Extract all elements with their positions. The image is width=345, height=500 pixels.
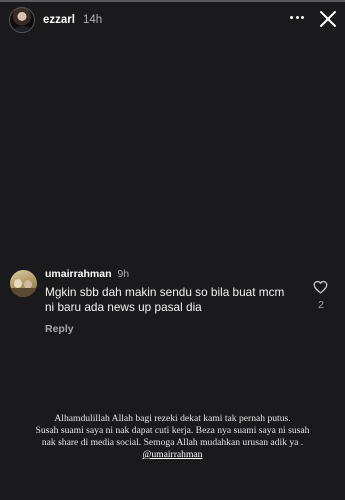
commenter-avatar[interactable]: [10, 270, 37, 297]
story-author-username[interactable]: ezzarl: [43, 14, 75, 26]
more-dots-icon: [295, 15, 299, 19]
caption-line: Susah suami saya ni nak dapat cuti kerja…: [35, 425, 310, 436]
more-dots-icon: [301, 15, 304, 19]
story-author-avatar[interactable]: [9, 7, 35, 33]
avatar-figure: [13, 26, 33, 32]
story-viewer: ezzarl 14h umairrahman 9h Mgkin sbb dah …: [0, 0, 345, 500]
comment-like-area: 2: [313, 280, 329, 311]
caption-line: nak share di media social. Semoga Allah …: [41, 437, 304, 448]
comment-timestamp: 9h: [117, 268, 130, 280]
caption-line: Alhamdulillah Allah bagi rezeki dekat ka…: [54, 413, 291, 424]
more-options-button[interactable]: [290, 12, 304, 22]
avatar-photo-detail: [14, 279, 22, 288]
avatar-photo-detail: [10, 288, 37, 297]
story-progress-bar: [0, 0, 345, 2]
comment-text: Mgkin sbb dah makin sendu so bila buat m…: [45, 285, 285, 314]
close-icon[interactable]: [318, 9, 338, 29]
story-timestamp: 14h: [82, 14, 103, 26]
heart-icon[interactable]: [313, 280, 328, 294]
story-header: ezzarl 14h: [9, 7, 102, 33]
comment-meta: umairrahman 9h: [45, 268, 295, 281]
reply-button[interactable]: Reply: [45, 323, 74, 335]
more-dots-icon: [290, 15, 293, 19]
comment-body: umairrahman 9h Mgkin sbb dah makin sendu…: [45, 268, 295, 337]
like-count: 2: [318, 299, 324, 311]
caption-mention-link[interactable]: @umairrahman: [14, 449, 331, 461]
story-caption: Alhamdulillah Allah bagi rezeki dekat ka…: [14, 413, 331, 461]
commenter-username[interactable]: umairrahman: [45, 268, 112, 280]
